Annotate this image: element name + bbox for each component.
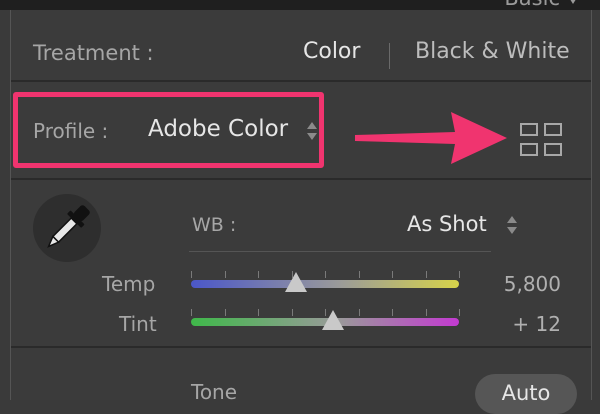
wb-underline [189,251,491,252]
wb-select[interactable]: As Shot [407,212,487,236]
wb-selector-button[interactable] [33,194,101,262]
auto-tone-button[interactable]: Auto [475,374,577,414]
slider-tick [225,309,226,316]
temp-slider-thumb[interactable] [284,272,307,292]
slider-tick [459,271,460,278]
profile-row: Profile : Adobe Color [11,82,591,178]
temp-label: Temp [102,272,156,296]
slider-tick [359,271,360,278]
slider-tick [325,271,326,278]
treatment-bw-option[interactable]: Black & White [415,39,570,64]
slider-tick [426,309,427,316]
wb-label: WB : [192,214,237,236]
panel-header[interactable]: Basic [0,0,600,10]
slider-tick [225,271,226,278]
slider-tick [392,271,393,278]
tint-slider-thumb[interactable] [322,310,345,330]
panel-title: Basic [504,0,560,10]
collapse-caret-icon[interactable] [568,0,578,4]
temp-ticks [191,271,460,279]
slider-tick [392,309,393,316]
slider-tick [359,309,360,316]
slider-tick [191,309,192,316]
slider-tick [258,309,259,316]
wb-stepper-icon[interactable] [507,216,519,236]
slider-tick [191,271,192,278]
treatment-divider [389,43,390,69]
temp-value[interactable]: 5,800 [461,272,561,296]
eyedropper-icon [47,205,90,248]
slider-tick [426,271,427,278]
tone-label: Tone [191,380,238,404]
slider-tick [459,309,460,316]
slider-tick [258,271,259,278]
temp-track[interactable] [191,280,459,288]
section-divider [11,346,591,348]
slider-tick [292,309,293,316]
annotation-arrow-icon [355,112,507,164]
treatment-color-option[interactable]: Color [303,39,360,64]
treatment-label: Treatment : [33,41,154,65]
basic-panel: Treatment : Color Black & White Profile … [10,10,592,414]
annotation-highlight-box [13,92,324,168]
profile-browser-grid-icon[interactable] [519,122,563,158]
section-divider [11,178,591,180]
tint-value[interactable]: + 12 [461,312,561,336]
tint-label: Tint [119,312,157,336]
